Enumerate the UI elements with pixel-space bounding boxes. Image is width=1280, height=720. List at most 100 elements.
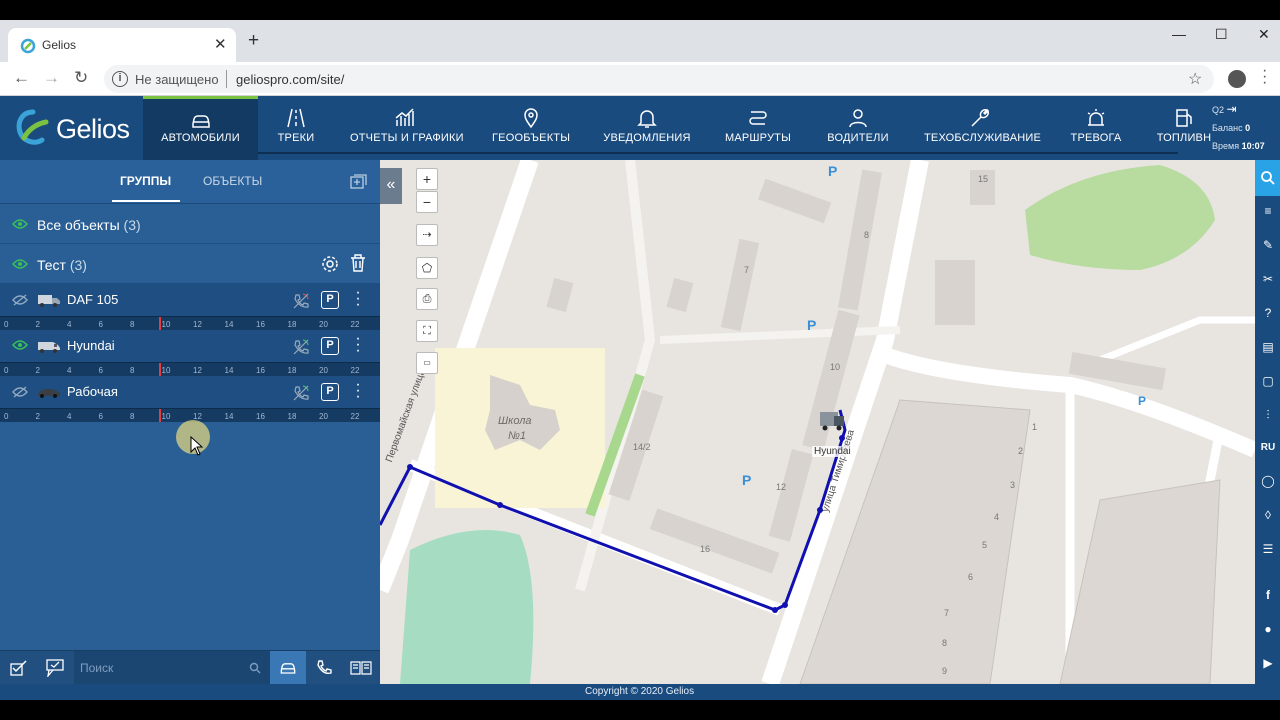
- more-options-icon[interactable]: · · ·: [354, 331, 362, 359]
- timeline-tick: 16: [256, 366, 265, 375]
- url-text[interactable]: geliospro.com/site/: [236, 72, 344, 87]
- help-icon[interactable]: ?: [1259, 306, 1277, 324]
- nav-routes[interactable]: МАРШРУТЫ: [724, 96, 792, 160]
- info-icon[interactable]: i: [112, 71, 128, 87]
- drop-icon[interactable]: ◊: [1259, 508, 1277, 526]
- maximize-icon[interactable]: ☐: [1215, 26, 1228, 43]
- more-options-icon[interactable]: · · ·: [354, 377, 362, 405]
- message-icon[interactable]: [45, 659, 65, 677]
- zoom-in-button[interactable]: +: [416, 168, 438, 190]
- parking-button[interactable]: P: [321, 383, 339, 401]
- bookmark-star-icon[interactable]: ☆: [1188, 69, 1202, 89]
- house-number: 15: [978, 174, 989, 184]
- nav-maintenance[interactable]: ТЕХОБСЛУЖИВАНИЕ: [924, 96, 1041, 160]
- house-number: 8: [864, 230, 870, 240]
- select-all-icon[interactable]: [10, 659, 28, 677]
- object-row-daf[interactable]: DAF 105 P · · · 0 2 4 6 8 10 12 14 16 18 20 22: [0, 284, 380, 330]
- nav-label: ТРЕВОГА: [1070, 132, 1122, 144]
- group-name: Тест: [37, 257, 66, 273]
- no-connection-icon[interactable]: [292, 292, 310, 310]
- browser-tab[interactable]: Gelios ✕: [8, 28, 236, 62]
- app-footer: Copyright © 2020 Gelios: [0, 684, 1280, 700]
- fullscreen-icon[interactable]: ⛶: [416, 320, 438, 342]
- timeline-tick: 14: [224, 320, 234, 329]
- play-store-icon[interactable]: ▶: [1259, 656, 1277, 674]
- tab-objects[interactable]: ОБЪЕКТЫ: [203, 174, 262, 188]
- bell-icon: [637, 110, 657, 128]
- nav-automobiles[interactable]: АВТОМОБИЛИ: [143, 96, 258, 160]
- search-icon[interactable]: [249, 662, 261, 674]
- tab-close-icon[interactable]: ✕: [214, 35, 227, 53]
- more-options-icon[interactable]: · · ·: [354, 285, 362, 313]
- sliders-icon[interactable]: ⫶: [1259, 408, 1277, 426]
- edit-icon[interactable]: ✎: [1259, 238, 1277, 256]
- facebook-icon[interactable]: f: [1259, 588, 1277, 606]
- nav-notifications[interactable]: УВЕДОМЛЕНИЯ: [602, 96, 692, 160]
- filter-vehicles-button[interactable]: [270, 651, 306, 685]
- house-number: 16: [700, 544, 711, 554]
- eye-hidden-icon[interactable]: [12, 294, 28, 306]
- polygon-tool-icon[interactable]: ⬠: [416, 257, 438, 279]
- trash-icon[interactable]: [350, 254, 366, 272]
- document-icon[interactable]: ▤: [1259, 340, 1277, 358]
- tab-groups[interactable]: ГРУППЫ: [120, 174, 171, 188]
- zoom-out-button[interactable]: −: [416, 191, 438, 213]
- back-icon[interactable]: ←: [13, 68, 30, 88]
- add-group-icon[interactable]: [350, 174, 368, 190]
- vehicle-label[interactable]: Hyundai: [812, 446, 853, 457]
- connection-icon[interactable]: [292, 384, 310, 402]
- language-switch[interactable]: RU: [1259, 442, 1277, 460]
- omnibox[interactable]: i Не защищено geliospro.com/site/: [104, 65, 1214, 93]
- balance-value: 0: [1245, 123, 1251, 133]
- apple-icon[interactable]: ●: [1259, 622, 1277, 640]
- balance-label: Баланс: [1212, 123, 1243, 133]
- list-icon[interactable]: ≡: [1259, 204, 1277, 222]
- group-all-objects[interactable]: Все объекты (3): [0, 204, 380, 244]
- parking-button[interactable]: P: [321, 291, 339, 309]
- eye-visible-icon[interactable]: [12, 219, 28, 229]
- timeline-tick: 6: [98, 320, 103, 329]
- search-tool-active[interactable]: [1255, 160, 1280, 196]
- gear-icon[interactable]: [321, 255, 339, 273]
- connection-icon[interactable]: [292, 338, 310, 356]
- browser-menu-icon[interactable]: · · ·: [1262, 63, 1267, 91]
- tools-icon[interactable]: ✂: [1259, 272, 1277, 290]
- group-test[interactable]: Тест (3): [0, 244, 380, 284]
- print-icon[interactable]: ⎙: [416, 288, 438, 310]
- new-tab-icon[interactable]: +: [248, 31, 259, 50]
- book-icon[interactable]: [350, 660, 372, 676]
- checklist-icon[interactable]: ☰: [1259, 542, 1277, 560]
- minimize-icon[interactable]: —: [1172, 26, 1186, 42]
- activity-timeline: 0 2 4 6 8 10 12 14 16 18 20 22: [0, 362, 380, 376]
- account-icon[interactable]: [1228, 70, 1246, 88]
- object-row-hyundai[interactable]: Hyundai P · · · 0 2 4 6 8 10 12 14 16 18 20 22: [0, 330, 380, 376]
- time-label: Время: [1212, 141, 1240, 151]
- reload-icon[interactable]: ↻: [74, 68, 88, 88]
- eye-visible-icon[interactable]: [12, 340, 28, 350]
- eye-visible-icon[interactable]: [12, 259, 28, 269]
- timeline-tick: 0: [4, 412, 9, 421]
- nav-tracks[interactable]: ТРЕКИ: [266, 96, 326, 160]
- nav-reports[interactable]: ОТЧЕТЫ И ГРАФИКИ: [350, 96, 464, 160]
- forward-icon[interactable]: →: [43, 68, 60, 88]
- nav-geoobjects[interactable]: ГЕООБЪЕКТЫ: [492, 96, 570, 160]
- chat-icon[interactable]: ▢: [1259, 374, 1277, 392]
- phone-icon[interactable]: [315, 659, 333, 677]
- object-row-rabochaya[interactable]: Рабочая P · · · 0 2 4 6 8 10 12 14 16 18 20 22: [0, 376, 380, 422]
- nav-drivers[interactable]: ВОДИТЕЛИ: [826, 96, 890, 160]
- activity-timeline: 0 2 4 6 8 10 12 14 16 18 20 22: [0, 316, 380, 330]
- lightbulb-icon[interactable]: ◯: [1259, 474, 1277, 492]
- layers-icon[interactable]: ▭: [416, 352, 438, 374]
- nav-fuel[interactable]: ТОПЛИВН: [1156, 96, 1212, 160]
- collapse-panel-button[interactable]: «: [380, 168, 402, 204]
- account-user[interactable]: Q2: [1212, 105, 1224, 115]
- logout-icon[interactable]: ⇥: [1227, 102, 1237, 116]
- map-view[interactable]: Школа №1 Первомайская улица улица Тимиря…: [380, 160, 1255, 684]
- eye-hidden-icon[interactable]: [12, 386, 28, 398]
- parking-button[interactable]: P: [321, 337, 339, 355]
- nav-alarm[interactable]: ТРЕВОГА: [1068, 96, 1124, 160]
- timeline-tick: 20: [319, 320, 328, 329]
- ruler-tool-icon[interactable]: ⇢: [416, 224, 438, 246]
- gelios-logo[interactable]: Gelios: [14, 108, 134, 148]
- window-close-icon[interactable]: ✕: [1258, 26, 1270, 43]
